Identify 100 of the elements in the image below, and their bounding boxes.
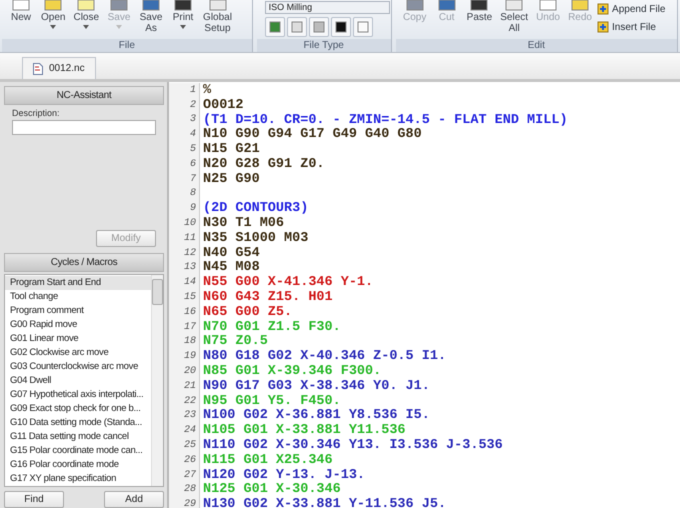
list-item[interactable]: G02 Clockwise arc move xyxy=(5,346,151,360)
group-label: File Type xyxy=(256,39,391,52)
line-number: 26 xyxy=(182,454,197,466)
code-line: N60 G43 Z15. H01 xyxy=(202,290,333,306)
ribbon-button[interactable]: Insert File xyxy=(597,21,666,33)
group-label: Edit xyxy=(396,39,677,52)
file-icon xyxy=(33,62,43,74)
scrollbar[interactable] xyxy=(151,275,163,486)
line-number: 16 xyxy=(182,306,197,318)
line-number: 18 xyxy=(182,336,197,348)
code-line: N75 Z0.5 xyxy=(202,334,268,350)
toolbar-icon xyxy=(468,0,490,12)
file-type-icon xyxy=(268,21,281,33)
line-number: 8 xyxy=(188,188,197,200)
ribbon-button[interactable]: Open xyxy=(38,0,68,29)
list-item[interactable]: G15 Polar coordinate mode can... xyxy=(5,444,151,458)
ribbon-button[interactable]: Select All xyxy=(497,0,532,34)
line-number: 3 xyxy=(188,114,197,126)
list-item[interactable]: Tool change xyxy=(5,290,151,304)
caret-icon xyxy=(116,25,122,29)
list-item[interactable]: Program comment xyxy=(5,304,151,318)
panel-button[interactable]: Find xyxy=(4,491,64,508)
list-item[interactable]: G10 Data setting mode (Standa... xyxy=(5,416,151,430)
toolbar-icon xyxy=(172,0,194,12)
toolbar-icon xyxy=(206,0,228,12)
code-line: N85 G01 X-39.346 F300. xyxy=(202,364,382,380)
code-line: N80 G18 G02 X-40.346 Z-0.5 I1. xyxy=(202,349,446,364)
file-tab[interactable]: 0012.nc xyxy=(22,57,96,79)
list-item[interactable]: G11 Data setting mode cancel xyxy=(5,430,151,444)
ribbon-button[interactable]: Save As xyxy=(136,0,166,34)
code-line: N70 G01 Z1.5 F30. xyxy=(202,320,341,335)
file-type-button[interactable] xyxy=(330,17,351,37)
file-type-icon xyxy=(290,21,303,33)
list-item[interactable]: G09 Exact stop check for one b... xyxy=(5,402,151,416)
line-number: 25 xyxy=(182,440,197,452)
file-type-dropdown[interactable]: ISO Milling xyxy=(264,1,390,14)
file-plus-icon xyxy=(597,21,610,33)
line-number: 5 xyxy=(188,144,197,156)
list-item[interactable]: G07 Hypothetical axis interpolati... xyxy=(5,388,151,402)
toolbar-icon xyxy=(42,0,64,12)
panel-header: Cycles / Macros xyxy=(4,253,164,272)
code-line: N10 G90 G94 G17 G49 G40 G80 xyxy=(202,127,422,142)
code-line: N15 G21 xyxy=(202,142,260,158)
line-number: 10 xyxy=(182,218,197,230)
code-line: N90 G17 G03 X-38.346 Y0. J1. xyxy=(202,378,430,394)
list-item[interactable]: G04 Dwell xyxy=(5,374,151,388)
code-line: % xyxy=(202,82,212,98)
line-number: 24 xyxy=(182,425,197,436)
list-item[interactable]: G16 Polar coordinate mode xyxy=(5,458,151,472)
line-number: 4 xyxy=(188,129,197,140)
code-line: (2D CONTOUR3) xyxy=(202,201,308,216)
panel-button[interactable]: Add xyxy=(104,491,164,508)
ribbon-button[interactable]: Print xyxy=(168,0,198,29)
toolbar-icon xyxy=(569,0,592,12)
code-line: O0012 xyxy=(202,98,244,113)
line-number: 9 xyxy=(188,203,197,214)
line-number: 23 xyxy=(182,410,197,422)
toolbar-icon xyxy=(503,0,526,12)
group-label: File xyxy=(2,39,252,52)
list-item[interactable]: G03 Counterclockwise arc move xyxy=(5,360,151,374)
code-line: N55 G00 X-41.346 Y-1. xyxy=(202,275,374,290)
list-item[interactable]: Program Start and End xyxy=(5,276,151,290)
line-number: 19 xyxy=(182,351,197,362)
code-line: N125 G01 X-30.346 xyxy=(202,482,341,498)
file-type-icon xyxy=(312,21,325,33)
ribbon-button[interactable]: Close xyxy=(70,0,102,29)
line-number: 2 xyxy=(188,100,197,111)
list-item[interactable]: G01 Linear move xyxy=(5,332,151,346)
ribbon-button[interactable]: Global Setup xyxy=(200,0,235,34)
line-number: 20 xyxy=(182,366,197,378)
code-line: N120 G02 Y-13. J-13. xyxy=(202,468,366,483)
description-field[interactable] xyxy=(12,120,156,135)
line-number: 29 xyxy=(182,499,197,508)
line-number: 22 xyxy=(182,396,197,407)
code-editor[interactable] xyxy=(169,82,680,508)
toolbar-icon xyxy=(404,0,426,12)
toolbar-icon xyxy=(75,0,98,12)
code-line: N40 G54 xyxy=(202,246,260,261)
code-line: N30 T1 M06 xyxy=(202,216,284,232)
code-line: N105 G01 X-33.881 Y11.536 xyxy=(202,423,406,438)
ribbon-button[interactable]: Append File xyxy=(597,3,666,15)
line-number: 7 xyxy=(188,174,197,185)
code-line: N20 G28 G91 Z0. xyxy=(202,156,325,172)
line-number: 12 xyxy=(182,248,197,259)
line-number: 13 xyxy=(182,262,197,274)
list-item[interactable]: G17 XY plane specification xyxy=(5,472,151,486)
code-line: N35 S1000 M03 xyxy=(202,230,308,246)
code-line: N45 M08 xyxy=(202,260,260,276)
caret-icon xyxy=(50,25,56,29)
ribbon-button[interactable]: New xyxy=(6,0,36,23)
toolbar-icon xyxy=(10,0,32,12)
line-number: 27 xyxy=(182,470,197,481)
code-line: N100 G02 X-36.881 Y8.536 I5. xyxy=(202,408,430,424)
toolbar-icon xyxy=(537,0,560,12)
line-number: 14 xyxy=(182,277,197,288)
toolbar-icon xyxy=(140,0,162,12)
list-item[interactable]: G00 Rapid move xyxy=(5,318,151,332)
code-line: N95 G01 Y5. F450. xyxy=(202,394,341,409)
code-line: N65 G00 Z5. xyxy=(202,304,292,320)
ribbon-button[interactable]: Paste xyxy=(464,0,496,23)
